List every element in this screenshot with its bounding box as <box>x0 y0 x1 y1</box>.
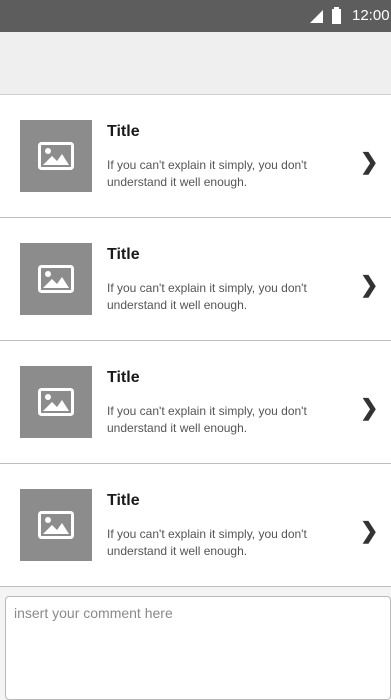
chevron-right-icon[interactable]: ❯ <box>360 149 378 175</box>
status-bar: 12:00 <box>0 0 391 32</box>
chevron-right-icon[interactable]: ❯ <box>360 518 378 544</box>
image-icon <box>38 511 74 539</box>
image-placeholder <box>20 120 92 192</box>
item-description: If you can't explain it simply, you don'… <box>107 404 307 435</box>
battery-icon <box>332 7 341 24</box>
item-description: If you can't explain it simply, you don'… <box>107 527 307 558</box>
signal-icon <box>310 10 323 23</box>
image-icon <box>38 388 74 416</box>
image-placeholder <box>20 489 92 561</box>
item-title: Title <box>107 123 140 140</box>
status-time: 12:00 <box>352 7 390 24</box>
phone-screen: 12:00 Title If you can't explain it simp… <box>0 0 391 700</box>
chevron-right-icon[interactable]: ❯ <box>360 272 378 298</box>
image-icon <box>38 142 74 170</box>
item-title: Title <box>107 246 140 263</box>
item-description: If you can't explain it simply, you don'… <box>107 281 307 312</box>
item-title: Title <box>107 369 140 386</box>
list-item[interactable]: Title If you can't explain it simply, yo… <box>0 341 391 464</box>
image-placeholder <box>20 366 92 438</box>
chevron-right-icon[interactable]: ❯ <box>360 395 378 421</box>
image-icon <box>38 265 74 293</box>
item-list: Title If you can't explain it simply, yo… <box>0 95 391 587</box>
list-item[interactable]: Title If you can't explain it simply, yo… <box>0 95 391 218</box>
app-header <box>0 32 391 95</box>
item-title: Title <box>107 492 140 509</box>
item-description: If you can't explain it simply, you don'… <box>107 158 307 189</box>
list-item[interactable]: Title If you can't explain it simply, yo… <box>0 464 391 587</box>
comment-input[interactable] <box>5 596 391 700</box>
image-placeholder <box>20 243 92 315</box>
list-item[interactable]: Title If you can't explain it simply, yo… <box>0 218 391 341</box>
